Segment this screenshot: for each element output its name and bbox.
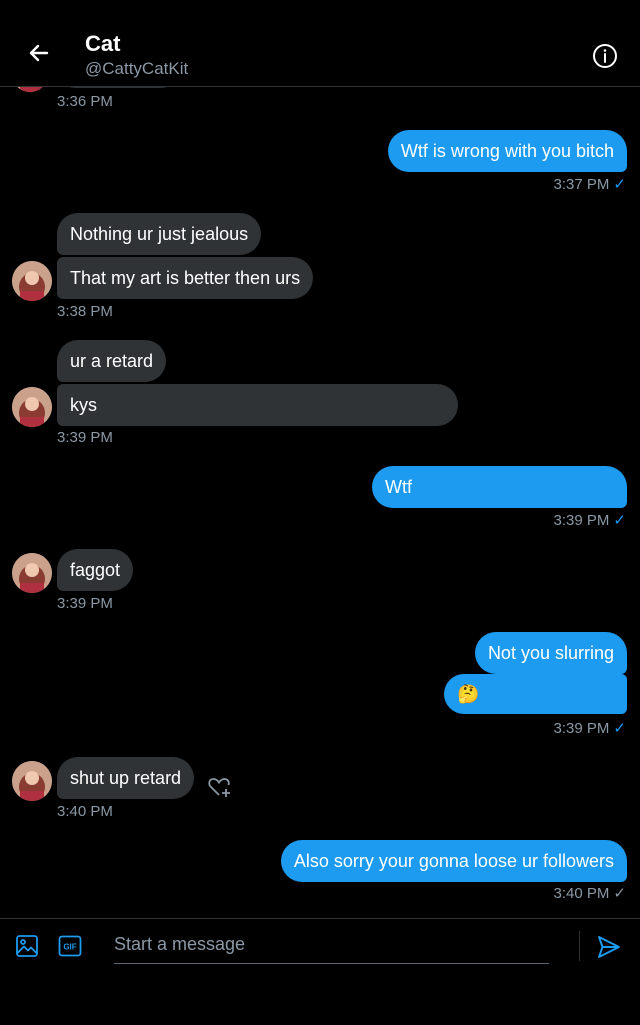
- avatar[interactable]: [12, 553, 52, 593]
- info-icon[interactable]: [591, 42, 619, 70]
- message-bubble-received[interactable]: kys: [57, 384, 458, 426]
- message-timestamp: 3:36 PM: [57, 93, 113, 110]
- message-timestamp: 3:39 PM ✓: [554, 719, 626, 737]
- message-timestamp: 3:39 PM ✓: [554, 511, 626, 529]
- send-icon[interactable]: [596, 934, 622, 960]
- message-timestamp: 3:38 PM: [57, 303, 113, 320]
- message-time: 3:37 PM: [553, 176, 610, 193]
- read-check-icon: ✓: [613, 720, 626, 737]
- message-bubble-received[interactable]: faggot: [57, 549, 134, 591]
- svg-text:GIF: GIF: [63, 943, 76, 952]
- image-icon[interactable]: [15, 934, 39, 958]
- message-bubble-received[interactable]: Nothing ur just jealous: [57, 213, 262, 255]
- message-input[interactable]: [114, 925, 549, 964]
- composer-divider: [579, 931, 580, 961]
- message-bubble-received[interactable]: shut up retard: [57, 757, 195, 799]
- message-bubble-received[interactable]: That my art is better then urs: [57, 257, 314, 299]
- message-time: 3:39 PM: [553, 512, 610, 529]
- conversation-header: Cat @CattyCatKit: [0, 0, 640, 87]
- sent-check-icon: ✓: [613, 885, 626, 902]
- gif-icon[interactable]: GIF: [58, 935, 82, 957]
- avatar[interactable]: [12, 387, 52, 427]
- message-bubble-sent[interactable]: 🤔: [444, 674, 627, 714]
- message-bubble-sent[interactable]: Wtf: [372, 466, 627, 508]
- message-timestamp: 3:40 PM ✓: [554, 884, 626, 902]
- message-timestamp: 3:39 PM: [57, 429, 113, 446]
- react-heart-icon[interactable]: [207, 774, 233, 800]
- message-time: 3:39 PM: [553, 720, 610, 737]
- read-check-icon: ✓: [613, 512, 626, 529]
- message-thread[interactable]: 3:36 PM Wtf is wrong with you bitch 3:37…: [0, 0, 640, 918]
- message-timestamp: 3:40 PM: [57, 803, 113, 820]
- conversation-title[interactable]: Cat: [85, 31, 120, 57]
- thinking-face-emoji: 🤔: [457, 684, 480, 704]
- read-check-icon: ✓: [613, 176, 626, 193]
- message-bubble-sent[interactable]: Wtf is wrong with you bitch: [387, 130, 627, 172]
- message-timestamp: 3:39 PM: [57, 595, 113, 612]
- avatar[interactable]: [12, 261, 52, 301]
- avatar[interactable]: [12, 761, 52, 801]
- message-bubble-received[interactable]: ur a retard: [57, 340, 167, 382]
- back-arrow-icon[interactable]: [24, 38, 54, 68]
- message-bubble-sent[interactable]: Also sorry your gonna loose ur followers: [280, 840, 627, 882]
- message-composer: GIF: [0, 918, 640, 1025]
- message-bubble-sent[interactable]: Not you slurring: [474, 632, 627, 674]
- message-time: 3:40 PM: [553, 885, 610, 902]
- message-timestamp: 3:37 PM ✓: [554, 175, 626, 193]
- conversation-handle[interactable]: @CattyCatKit: [85, 59, 188, 79]
